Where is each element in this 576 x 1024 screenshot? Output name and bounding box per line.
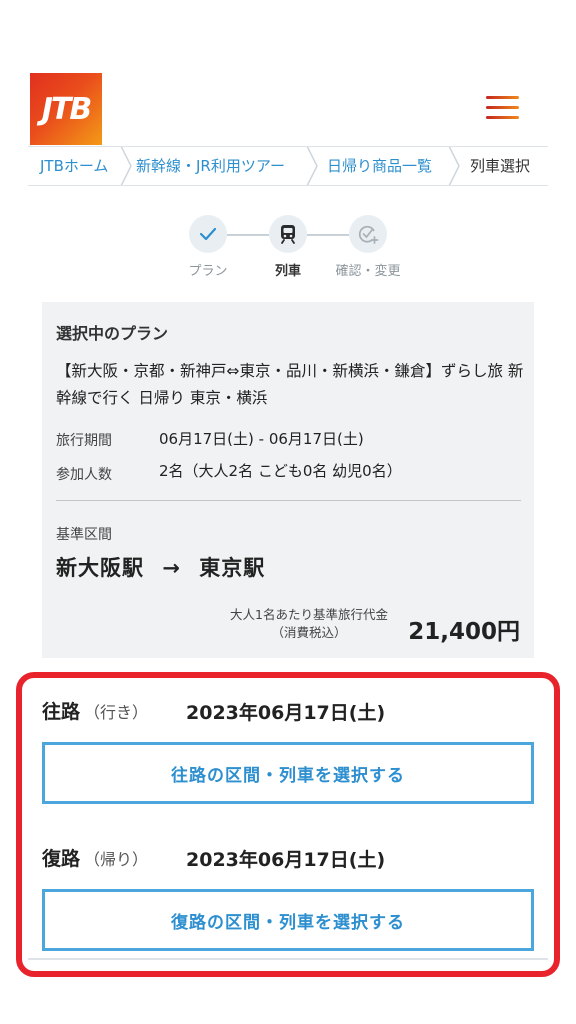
outbound-sub: （行き） bbox=[84, 703, 149, 722]
chevron-right-icon bbox=[306, 147, 318, 185]
price-note-line2: （消費税込） bbox=[271, 625, 347, 640]
select-return-train-label: 復路の区間・列車を選択する bbox=[171, 912, 405, 933]
step-confirm-check-plus-icon bbox=[349, 215, 387, 253]
select-outbound-train-button[interactable]: 往路の区間・列車を選択する bbox=[42, 742, 534, 804]
step-connector bbox=[227, 234, 269, 236]
step-train-icon bbox=[269, 215, 307, 253]
progress-steps: プラン 列車 確認・変更 bbox=[0, 212, 576, 282]
base-route: 新大阪駅 → 東京駅 bbox=[56, 552, 265, 582]
selected-plan-panel: 選択中のプラン 【新大阪・京都・新神戸⇔東京・品川・新横浜・鎌倉】ずらし旅 新幹… bbox=[42, 302, 534, 658]
plan-heading: 選択中のプラン bbox=[56, 324, 169, 343]
breadcrumb-item-daytrip-list[interactable]: 日帰り商品一覧 bbox=[327, 147, 432, 185]
hamburger-menu-icon[interactable] bbox=[486, 96, 522, 122]
select-outbound-train-label: 往路の区間・列車を選択する bbox=[171, 765, 405, 786]
return-title: 復路 bbox=[42, 848, 81, 870]
route-to: 東京駅 bbox=[199, 556, 266, 580]
step-label-plan: プラン bbox=[188, 264, 228, 279]
breadcrumb-item-home[interactable]: JTBホーム bbox=[40, 147, 108, 185]
base-section-label: 基準区間 bbox=[56, 527, 112, 543]
price-note-line1: 大人1名あたり基準旅行代金 bbox=[230, 607, 388, 622]
site-header: JTB bbox=[0, 0, 576, 150]
price-note: 大人1名あたり基準旅行代金 （消費税込） bbox=[230, 606, 388, 642]
logo-text: JTB bbox=[41, 91, 92, 127]
outbound-heading: 往路 （行き） bbox=[42, 697, 148, 724]
outbound-date: 2023年06月17日(土) bbox=[186, 702, 386, 724]
route-from: 新大阪駅 bbox=[56, 556, 144, 580]
return-sub: （帰り） bbox=[84, 850, 149, 869]
divider bbox=[56, 500, 521, 501]
select-return-train-button[interactable]: 復路の区間・列車を選択する bbox=[42, 889, 534, 951]
travel-period-value: 06月17日(土) - 06月17日(土) bbox=[159, 430, 364, 448]
chevron-right-icon bbox=[448, 147, 460, 185]
jtb-logo[interactable]: JTB bbox=[30, 73, 102, 145]
participants-value: 2名（大人2名 こども0名 幼児0名） bbox=[159, 462, 402, 480]
return-heading: 復路 （帰り） bbox=[42, 844, 148, 871]
step-label-confirm: 確認・変更 bbox=[335, 264, 401, 279]
breadcrumb: JTBホーム 新幹線・JR利用ツアー 日帰り商品一覧 列車選択 bbox=[28, 146, 548, 186]
step-label-train: 列車 bbox=[274, 264, 301, 279]
step-plan-check-icon bbox=[189, 215, 227, 253]
plan-title: 【新大阪・京都・新神戸⇔東京・品川・新横浜・鎌倉】ずらし旅 新幹線で行く 日帰り… bbox=[56, 362, 524, 407]
outbound-title: 往路 bbox=[42, 701, 81, 723]
breadcrumb-item-current: 列車選択 bbox=[470, 157, 531, 175]
base-price: 21,400円 bbox=[408, 619, 520, 645]
return-date: 2023年06月17日(土) bbox=[186, 849, 386, 871]
travel-period-label: 旅行期間 bbox=[56, 433, 112, 449]
route-arrow: → bbox=[162, 556, 181, 580]
divider bbox=[28, 958, 548, 960]
chevron-right-icon bbox=[120, 147, 132, 185]
breadcrumb-item-shinkansen-tour[interactable]: 新幹線・JR利用ツアー bbox=[136, 147, 285, 185]
step-connector bbox=[307, 234, 349, 236]
participants-label: 参加人数 bbox=[56, 467, 112, 483]
